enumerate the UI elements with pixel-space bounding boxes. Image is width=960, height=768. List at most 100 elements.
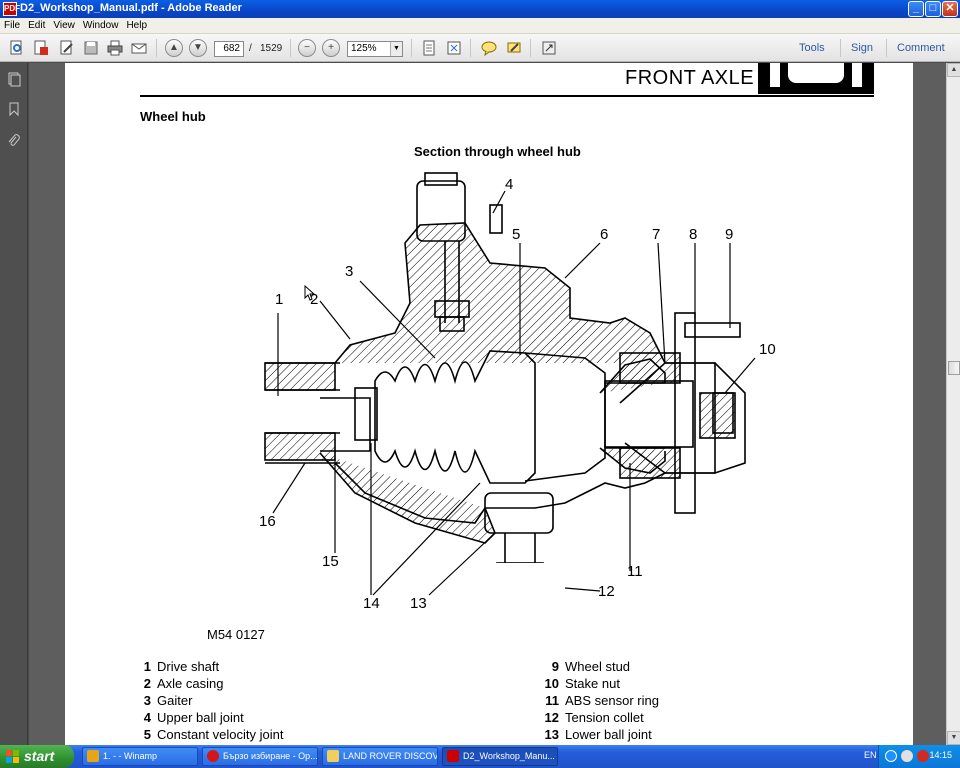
legend-item: 12 Tension collet bbox=[544, 710, 644, 725]
callout-4: 4 bbox=[505, 176, 514, 193]
navigation-panel bbox=[0, 63, 28, 745]
toolbar-separator bbox=[840, 39, 841, 57]
email-icon[interactable] bbox=[130, 39, 148, 57]
menu-edit[interactable]: Edit bbox=[24, 18, 49, 31]
legend-left: 1 Drive shaft 2 Axle casing 3 Gaiter 4 Upper… bbox=[129, 658, 284, 743]
open-icon[interactable] bbox=[32, 39, 50, 57]
toolbar-separator bbox=[530, 39, 531, 57]
full-screen-icon[interactable] bbox=[445, 39, 463, 57]
legend-item: 3 Gaiter bbox=[143, 693, 193, 708]
zoom-select[interactable]: 125% ▼ bbox=[347, 41, 403, 57]
toolbar-separator bbox=[156, 39, 157, 57]
callout-13: 13 bbox=[410, 595, 427, 612]
maximize-button[interactable]: □ bbox=[925, 1, 941, 17]
callout-16: 16 bbox=[259, 513, 276, 530]
attachments-icon[interactable] bbox=[6, 133, 22, 149]
scroll-down-arrow-icon[interactable]: ▼ bbox=[947, 731, 960, 745]
callout-15: 15 bbox=[322, 553, 339, 570]
fit-page-icon[interactable] bbox=[420, 39, 438, 57]
pdf-page: FRONT AXLE Wheel hub Section through whe… bbox=[65, 63, 913, 745]
page-number-input[interactable]: 682 bbox=[214, 41, 244, 57]
callout-9: 9 bbox=[725, 226, 734, 243]
legend-item: 4 Upper ball joint bbox=[143, 710, 244, 725]
print-icon[interactable] bbox=[106, 39, 124, 57]
toolbar-separator bbox=[886, 39, 887, 57]
document-viewport[interactable]: FRONT AXLE Wheel hub Section through whe… bbox=[29, 63, 946, 745]
bookmarks-icon[interactable] bbox=[6, 101, 22, 117]
adobe-reader-icon bbox=[447, 750, 459, 762]
zoom-in-icon[interactable]: + bbox=[322, 39, 340, 57]
legend-right: 9 Wheel stud 10 Stake nut 11 ABS sensor rin… bbox=[537, 658, 659, 743]
create-pdf-icon[interactable] bbox=[8, 39, 26, 57]
callout-1: 1 bbox=[275, 291, 284, 308]
sign-pane-link[interactable]: Sign bbox=[851, 42, 873, 54]
folder-icon bbox=[327, 750, 339, 762]
network-icon[interactable] bbox=[885, 750, 897, 762]
legend-item: 13 Lower ball joint bbox=[544, 727, 652, 742]
taskbar-item-folder[interactable]: LAND ROVER DISCOV... bbox=[322, 747, 438, 766]
clock: 14:15 bbox=[929, 750, 952, 760]
vertical-scrollbar[interactable]: ▲ ▼ bbox=[946, 63, 960, 745]
callout-10: 10 bbox=[759, 341, 776, 358]
callout-8: 8 bbox=[689, 226, 698, 243]
system-tray: 14:15 bbox=[878, 745, 960, 768]
toolbar-separator bbox=[411, 39, 412, 57]
save-icon[interactable] bbox=[82, 39, 100, 57]
opera-icon bbox=[207, 750, 219, 762]
legend-item: 1 Drive shaft bbox=[143, 659, 220, 674]
adobe-reader-app-icon[interactable]: PDF bbox=[3, 2, 20, 16]
toolbar-separator bbox=[470, 39, 471, 57]
callout-14: 14 bbox=[363, 595, 380, 612]
taskbar-item-opera[interactable]: Бързо избиране - Op... bbox=[202, 747, 318, 766]
taskbar-item-adobe-reader[interactable]: D2_Workshop_Manu... bbox=[442, 747, 558, 766]
mouse-cursor-icon bbox=[304, 285, 316, 301]
language-indicator[interactable]: EN bbox=[864, 750, 877, 760]
volume-icon[interactable] bbox=[901, 750, 913, 762]
scroll-thumb[interactable] bbox=[948, 361, 960, 375]
taskbar: start 1. - - Winamp Бързо избиране - Op.… bbox=[0, 745, 960, 768]
chevron-down-icon[interactable]: ▼ bbox=[390, 42, 402, 56]
close-button[interactable]: ✕ bbox=[942, 1, 958, 17]
winamp-icon bbox=[87, 750, 99, 762]
prev-page-icon[interactable]: ▲ bbox=[165, 39, 183, 57]
zoom-value: 125% bbox=[351, 43, 377, 54]
menu-view[interactable]: View bbox=[49, 18, 79, 31]
legend-item: 9 Wheel stud bbox=[551, 659, 631, 674]
antivirus-icon[interactable] bbox=[917, 750, 929, 762]
callout-3: 3 bbox=[345, 263, 354, 280]
toolbar: ▲ ▼ 682 / 1529 − + 125% ▼ Tools Sign Com… bbox=[0, 34, 960, 62]
zoom-out-icon[interactable]: − bbox=[298, 39, 316, 57]
comment-pane-link[interactable]: Comment bbox=[897, 42, 945, 54]
expand-icon[interactable] bbox=[540, 39, 558, 57]
start-button[interactable]: start bbox=[0, 745, 74, 768]
next-page-icon[interactable]: ▼ bbox=[189, 39, 207, 57]
legend-item: 11 ABS sensor ring bbox=[545, 693, 659, 708]
callout-12: 12 bbox=[598, 583, 615, 600]
callout-6: 6 bbox=[600, 226, 609, 243]
pages-panel-icon[interactable] bbox=[6, 71, 22, 87]
toolbar-separator bbox=[290, 39, 291, 57]
legend-item: 2 Axle casing bbox=[143, 676, 224, 691]
window-title: D2_Workshop_Manual.pdf - Adobe Reader bbox=[20, 2, 242, 14]
callout-11: 11 bbox=[627, 563, 643, 580]
minimize-button[interactable]: _ bbox=[908, 1, 924, 17]
menu-bar: File Edit View Window Help bbox=[0, 18, 960, 34]
menu-help[interactable]: Help bbox=[122, 18, 151, 31]
highlight-icon[interactable] bbox=[505, 39, 523, 57]
menu-window[interactable]: Window bbox=[79, 18, 123, 31]
start-label: start bbox=[24, 748, 55, 764]
tools-pane-link[interactable]: Tools bbox=[799, 42, 825, 54]
edit-icon[interactable] bbox=[58, 39, 76, 57]
taskbar-item-winamp[interactable]: 1. - - Winamp bbox=[82, 747, 198, 766]
legend-item: 10 Stake nut bbox=[544, 676, 620, 691]
callout-7: 7 bbox=[652, 226, 661, 243]
scroll-up-arrow-icon[interactable]: ▲ bbox=[947, 63, 960, 77]
callout-leaders bbox=[272, 190, 756, 596]
comment-icon[interactable] bbox=[480, 39, 498, 57]
page-separator: / bbox=[249, 43, 252, 54]
legend-item: 5 Constant velocity joint bbox=[143, 727, 284, 742]
figure-code: M54 0127 bbox=[207, 627, 265, 642]
menu-file[interactable]: File bbox=[0, 18, 24, 31]
page-count: 1529 bbox=[260, 43, 283, 54]
callout-5: 5 bbox=[512, 226, 521, 243]
